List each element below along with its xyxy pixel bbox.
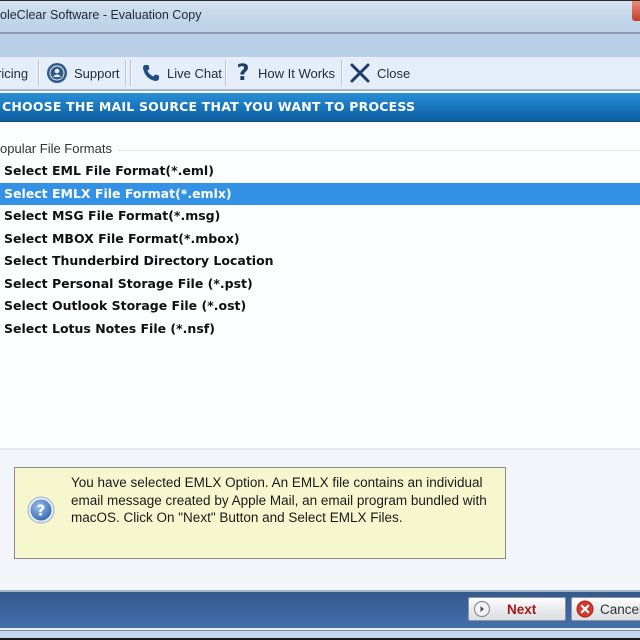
toolbar-support-button[interactable]: Support <box>46 57 120 89</box>
toolbar-pricing-button[interactable]: ricing <box>0 57 28 89</box>
toolbar-live-chat-button[interactable]: Live Chat <box>141 57 222 89</box>
group-label: opular File Formats <box>0 141 112 156</box>
list-item-mbox[interactable]: Select MBOX File Format(*.mbox) <box>0 228 640 251</box>
toolbar: ricing Support Live Chat ? How It Works <box>0 57 640 91</box>
cancel-icon <box>576 600 594 618</box>
toolbar-separator <box>341 60 343 86</box>
info-text: You have selected EMLX Option. An EMLX f… <box>71 475 487 525</box>
toolbar-how-it-works-button[interactable]: ? How It Works <box>234 57 335 89</box>
title-bar: oleClear Software - Evaluation Copy <box>0 0 640 33</box>
cancel-button[interactable]: Cancel <box>571 597 640 621</box>
step-header: CHOOSE THE MAIL SOURCE THAT YOU WANT TO … <box>0 93 640 122</box>
help-question-icon: ? <box>27 496 55 524</box>
toolbar-close-button[interactable]: Close <box>349 57 410 89</box>
toolbar-close-label: Close <box>377 65 411 81</box>
next-button[interactable]: Next <box>468 597 566 621</box>
list-item-emlx[interactable]: Select EMLX File Format(*.emlx) <box>0 182 640 205</box>
window-close-button[interactable] <box>632 1 640 21</box>
list-item-thunderbird[interactable]: Select Thunderbird Directory Location <box>0 250 640 273</box>
step-header-title: CHOOSE THE MAIL SOURCE THAT YOU WANT TO … <box>2 99 416 114</box>
next-button-label: Next <box>507 601 537 617</box>
info-box: ? You have selected EMLX Option. An EMLX… <box>14 467 506 559</box>
list-item-nsf[interactable]: Select Lotus Notes File (*.nsf) <box>0 318 640 341</box>
toolbar-separator <box>130 60 132 86</box>
list-item-pst[interactable]: Select Personal Storage File (*.pst) <box>0 273 640 296</box>
toolbar-separator <box>125 60 127 86</box>
toolbar-pricing-label: ricing <box>0 65 29 81</box>
toolbar-support-label: Support <box>74 65 120 81</box>
source-list: Select EML File Format(*.eml) Select EML… <box>0 160 640 340</box>
next-arrow-icon <box>473 600 491 618</box>
phone-icon <box>141 63 161 83</box>
close-x-icon <box>349 62 371 84</box>
list-item-msg[interactable]: Select MSG File Format(*.msg) <box>0 205 640 228</box>
question-icon: ? <box>236 60 250 86</box>
menu-strip <box>0 34 640 58</box>
cancel-button-label: Cancel <box>600 601 640 617</box>
list-item-ost[interactable]: Select Outlook Storage File (*.ost) <box>0 295 640 318</box>
toolbar-live-chat-label: Live Chat <box>167 65 222 81</box>
window-bottom-edge <box>0 628 640 640</box>
group-divider <box>118 150 640 151</box>
list-item-eml[interactable]: Select EML File Format(*.eml) <box>0 160 640 183</box>
support-user-icon <box>46 62 68 84</box>
svg-text:?: ? <box>37 502 46 520</box>
toolbar-separator <box>38 60 40 86</box>
toolbar-separator <box>225 60 227 86</box>
window-title: oleClear Software - Evaluation Copy <box>0 8 202 22</box>
toolbar-how-it-works-label: How It Works <box>258 65 336 81</box>
